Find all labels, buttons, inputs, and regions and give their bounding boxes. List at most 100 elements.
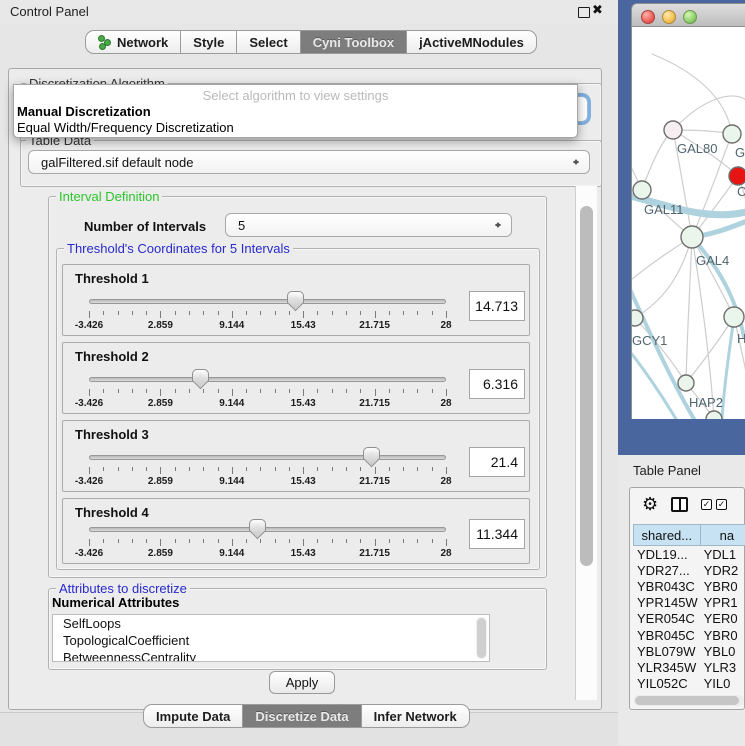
network-node-GAL11[interactable] bbox=[633, 181, 651, 199]
threshold-4-value-field[interactable]: 11.344 bbox=[469, 519, 525, 549]
table-row[interactable]: YER054CYER0 bbox=[633, 611, 745, 627]
minimize-traffic-light[interactable] bbox=[662, 10, 676, 24]
column-header-name[interactable]: na bbox=[700, 524, 745, 546]
tick-minor bbox=[260, 467, 261, 471]
table-horizontal-scrollbar[interactable] bbox=[634, 695, 744, 706]
node-label: HAP2 bbox=[689, 395, 723, 410]
network-edge[interactable] bbox=[635, 237, 692, 318]
tick-minor bbox=[289, 539, 290, 543]
slider-thumb[interactable] bbox=[192, 369, 209, 389]
slider-thumb[interactable] bbox=[249, 519, 266, 539]
table-row[interactable]: YLR345WYLR3 bbox=[633, 659, 745, 675]
network-edge[interactable] bbox=[686, 237, 692, 383]
slider-thumb[interactable] bbox=[363, 447, 380, 467]
algorithm-hint-option[interactable]: Select algorithm to view settings bbox=[14, 88, 577, 103]
threshold-1-value-field[interactable]: 14.713 bbox=[469, 291, 525, 321]
cell-shared-name[interactable]: YIL052C bbox=[633, 676, 700, 692]
table-row[interactable]: YDR27...YDR2 bbox=[633, 562, 745, 578]
network-node-GAL?[interactable] bbox=[723, 125, 741, 143]
table-row[interactable]: YDL19...YDL1 bbox=[633, 546, 745, 562]
threshold-4-slider[interactable]: -3.4262.8599.14415.4321.71528 bbox=[89, 499, 446, 571]
tab-network[interactable]: Network bbox=[85, 30, 181, 54]
tick-minor bbox=[218, 539, 219, 543]
threshold-1-slider[interactable]: -3.4262.8599.14415.4321.71528 bbox=[89, 265, 446, 337]
scrollbar-thumb[interactable] bbox=[580, 206, 593, 566]
slider-thumb[interactable] bbox=[287, 291, 304, 311]
float-window-icon[interactable] bbox=[578, 7, 590, 18]
threshold-2-slider[interactable]: -3.4262.8599.14415.4321.71528 bbox=[89, 343, 446, 415]
tick-minor bbox=[189, 389, 190, 393]
split-columns-icon[interactable] bbox=[671, 497, 688, 512]
cell-shared-name[interactable]: YBL079W bbox=[633, 643, 700, 659]
threshold-2-value-field[interactable]: 6.316 bbox=[469, 369, 525, 399]
tick-major bbox=[89, 389, 90, 396]
table-data-combobox[interactable]: galFiltered.sif default node bbox=[28, 150, 590, 174]
cell-name[interactable]: YBL0 bbox=[700, 643, 745, 659]
network-node-GCY1[interactable] bbox=[632, 310, 643, 326]
column-header-shared-name[interactable]: shared... bbox=[633, 524, 700, 546]
table-row[interactable]: YBR045CYBR0 bbox=[633, 627, 745, 643]
cell-shared-name[interactable]: YBR043C bbox=[633, 578, 700, 594]
tick-minor bbox=[332, 389, 333, 393]
network-node-red-node[interactable] bbox=[729, 167, 745, 185]
cell-shared-name[interactable]: YER054C bbox=[633, 611, 700, 627]
number-of-intervals-spinner[interactable]: 5 bbox=[225, 213, 512, 237]
tab-cyni-toolbox[interactable]: Cyni Toolbox bbox=[301, 30, 407, 54]
checkbox-icon-2[interactable]: ✓ bbox=[716, 499, 727, 510]
tick-minor bbox=[317, 389, 318, 393]
cell-name[interactable]: YPR1 bbox=[700, 595, 745, 611]
option-equal-width-frequency[interactable]: Equal Width/Frequency Discretization bbox=[17, 120, 234, 135]
numerical-attributes-list[interactable]: SelfLoopsTopologicalCoefficientBetweenne… bbox=[52, 614, 490, 662]
tab-infer-network[interactable]: Infer Network bbox=[362, 704, 470, 728]
threshold-3-slider[interactable]: -3.4262.8599.14415.4321.71528 bbox=[89, 421, 446, 493]
close-icon[interactable]: ✖ bbox=[592, 2, 603, 18]
network-node-edge-node[interactable] bbox=[706, 411, 722, 419]
network-canvas[interactable]: GAL80GACGAL11GAL4GCY1HHAP2 bbox=[631, 27, 745, 419]
cell-shared-name[interactable]: YDR27... bbox=[633, 562, 700, 578]
node-table-box: ⚙ ✓ ✓ shared... na YDL19...YDL1YDR27...Y… bbox=[629, 487, 745, 710]
network-edge[interactable] bbox=[642, 130, 673, 190]
network-window-titlebar[interactable] bbox=[631, 3, 745, 27]
network-node-HAP2[interactable] bbox=[678, 375, 694, 391]
cell-name[interactable]: YBR0 bbox=[700, 578, 745, 594]
option-manual-discretization[interactable]: Manual Discretization bbox=[17, 104, 151, 119]
threshold-3-value-field[interactable]: 21.4 bbox=[469, 447, 525, 477]
tab-select[interactable]: Select bbox=[237, 30, 300, 54]
settings-gear-icon[interactable]: ⚙ bbox=[642, 495, 658, 513]
network-node-GAL4[interactable] bbox=[681, 226, 703, 248]
table-row[interactable]: YBR043CYBR0 bbox=[633, 578, 745, 594]
tab-style[interactable]: Style bbox=[181, 30, 237, 54]
network-node-H?[interactable] bbox=[724, 307, 744, 327]
cell-shared-name[interactable]: YPR145W bbox=[633, 595, 700, 611]
cell-name[interactable]: YBR0 bbox=[700, 627, 745, 643]
table-row[interactable]: YIL052CYIL0 bbox=[633, 676, 745, 692]
tick-minor bbox=[218, 467, 219, 471]
table-row[interactable]: YPR145WYPR1 bbox=[633, 595, 745, 611]
cell-name[interactable]: YER0 bbox=[700, 611, 745, 627]
tab-impute-data[interactable]: Impute Data bbox=[143, 704, 243, 728]
attr-list-scrollbar[interactable] bbox=[476, 617, 487, 659]
checkbox-icon-1[interactable]: ✓ bbox=[701, 499, 712, 510]
tab-jactivemnodules[interactable]: jActiveMNodules bbox=[407, 30, 537, 54]
network-edge[interactable] bbox=[652, 54, 732, 134]
tick-minor bbox=[260, 389, 261, 393]
cell-shared-name[interactable]: YBR045C bbox=[633, 627, 700, 643]
cell-shared-name[interactable]: YLR345W bbox=[633, 659, 700, 675]
network-node-GAL80[interactable] bbox=[664, 121, 682, 139]
apply-button[interactable]: Apply bbox=[269, 671, 335, 694]
cell-shared-name[interactable]: YDL19... bbox=[633, 546, 700, 562]
tick-minor bbox=[289, 311, 290, 315]
panel-vertical-scrollbar[interactable] bbox=[575, 186, 597, 700]
cell-name[interactable]: YDL1 bbox=[700, 546, 745, 562]
tab-discretize-data[interactable]: Discretize Data bbox=[243, 704, 361, 728]
close-traffic-light[interactable] bbox=[641, 10, 655, 24]
attribute-list-item[interactable]: TopologicalCoefficient bbox=[53, 632, 489, 649]
table-row[interactable]: YBL079WYBL0 bbox=[633, 643, 745, 659]
tick-minor bbox=[218, 389, 219, 393]
cell-name[interactable]: YLR3 bbox=[700, 659, 745, 675]
attribute-list-item[interactable]: SelfLoops bbox=[53, 615, 489, 632]
cell-name[interactable]: YDR2 bbox=[700, 562, 745, 578]
cell-name[interactable]: YIL0 bbox=[700, 676, 745, 692]
zoom-traffic-light[interactable] bbox=[683, 10, 697, 24]
attribute-list-item[interactable]: BetweennessCentrality bbox=[53, 649, 489, 662]
